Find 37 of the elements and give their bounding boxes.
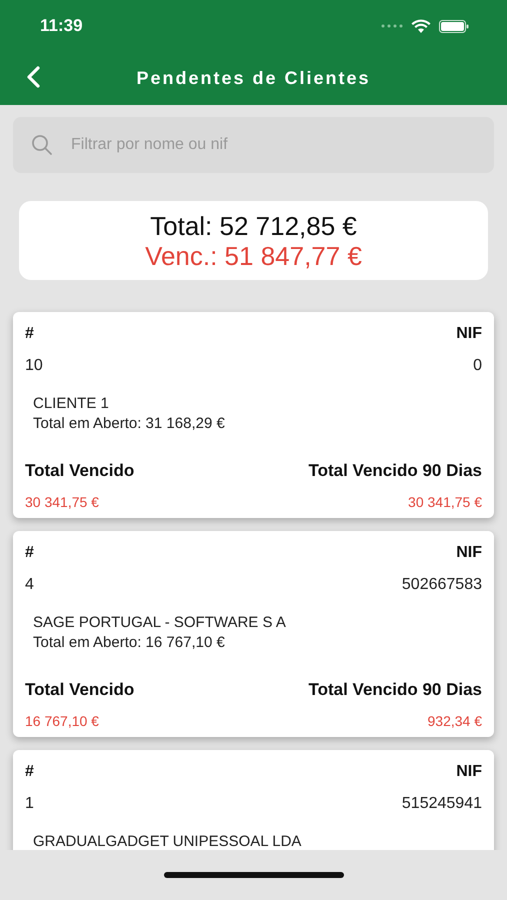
client-number: 10 bbox=[25, 356, 43, 376]
search-field[interactable]: Filtrar por nome ou nif bbox=[13, 117, 494, 173]
overdue-amount: Venc.: 51 847,77 € bbox=[145, 240, 362, 270]
nif-label: NIF bbox=[456, 543, 482, 563]
back-icon bbox=[26, 66, 40, 88]
open-total: Total em Aberto: 16 767,10 € bbox=[33, 633, 226, 653]
status-time: 11:39 bbox=[40, 15, 83, 38]
battery-icon bbox=[439, 20, 469, 32]
open-total: Total em Aberto: 31 168,29 € bbox=[33, 414, 226, 434]
overdue-value: 30 341,75 € bbox=[25, 492, 99, 512]
client-nif: 0 bbox=[473, 356, 482, 376]
nif-label: NIF bbox=[456, 324, 482, 344]
number-label: # bbox=[25, 543, 34, 563]
overdue-value: 16 767,10 € bbox=[25, 712, 99, 730]
number-label: # bbox=[25, 762, 34, 782]
page-title: Pendentes de Clientes bbox=[136, 67, 371, 90]
signal-icon bbox=[381, 24, 403, 28]
client-card[interactable]: # NIF 10 0 CLIENTE 1 Total em Aberto: 31 168,29 € Total Vencido Total Vencido 90 Dias 30 341,75 € 30 341,75 € bbox=[13, 312, 494, 518]
overdue-label: Total Vencido bbox=[25, 679, 134, 701]
overdue-90-value: 932,34 € bbox=[428, 712, 482, 730]
overdue-label: Total Vencido bbox=[25, 460, 134, 482]
overdue-90-label: Total Vencido 90 Dias bbox=[308, 460, 482, 482]
client-number: 4 bbox=[25, 575, 34, 595]
client-nif: 515245941 bbox=[402, 794, 482, 814]
overdue-90-label: Total Vencido 90 Dias bbox=[308, 679, 482, 701]
client-name: SAGE PORTUGAL - SOFTWARE S A bbox=[33, 613, 287, 633]
client-card[interactable]: # NIF 1 515245941 GRADUALGADGET UNIPESSOAL LDA bbox=[13, 750, 494, 850]
client-number: 1 bbox=[25, 794, 34, 814]
overdue-90-value: 30 341,75 € bbox=[408, 492, 482, 512]
client-name: GRADUALGADGET UNIPESSOAL LDA bbox=[33, 832, 302, 850]
total-amount: Total: 52 712,85 € bbox=[150, 210, 357, 240]
client-nif: 502667583 bbox=[402, 575, 482, 595]
wifi-icon bbox=[411, 18, 431, 34]
number-label: # bbox=[25, 324, 34, 344]
client-card[interactable]: # NIF 4 502667583 SAGE PORTUGAL - SOFTWARE S A Total em Aberto: 16 767,10 € Total Vencido Total Vencido 90 Dias 16 767,10 € 932,34 € bbox=[13, 531, 494, 737]
nif-label: NIF bbox=[456, 762, 482, 782]
client-name: CLIENTE 1 bbox=[33, 394, 110, 414]
